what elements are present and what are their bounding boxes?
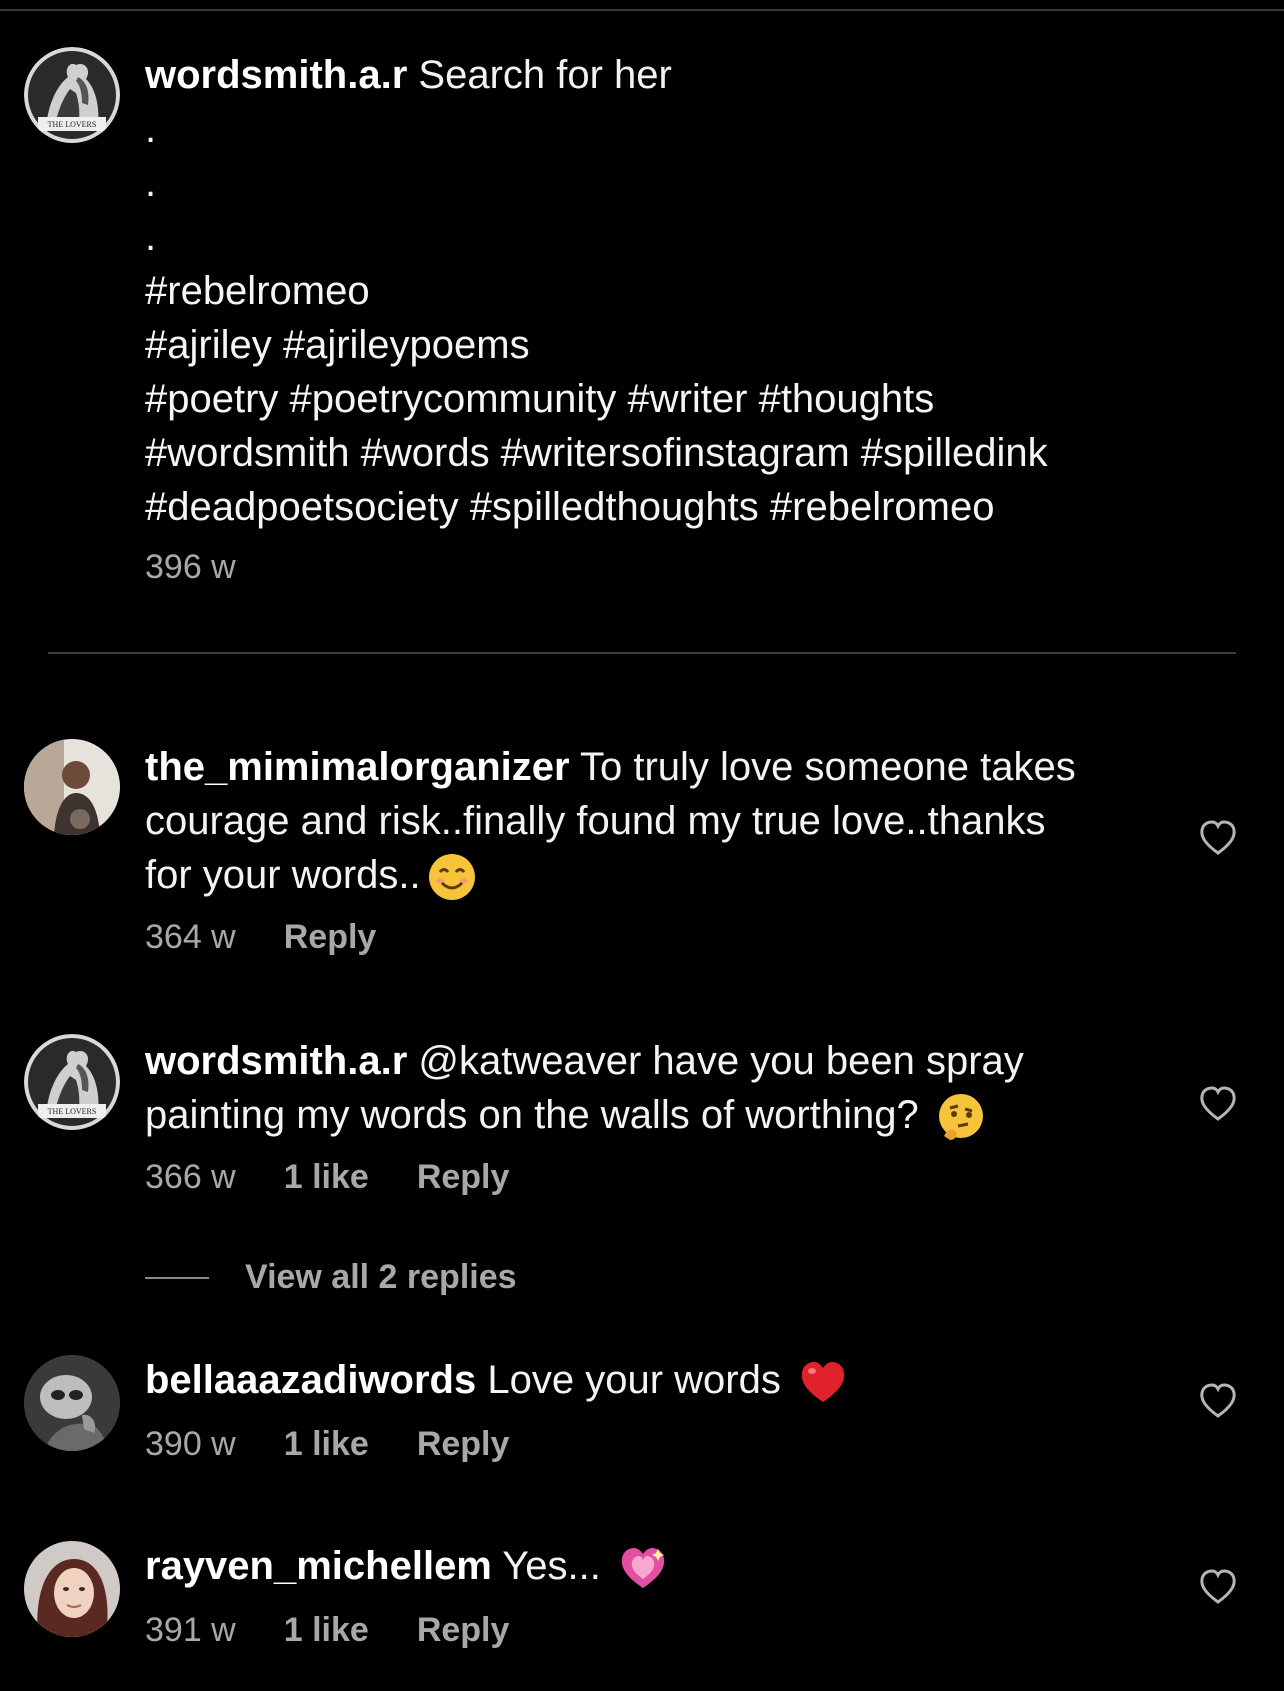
likes-count[interactable]: 1 like [284, 1425, 369, 1464]
comment-text: Love your words [487, 1358, 781, 1402]
red-heart-icon [798, 1357, 848, 1407]
view-replies-button[interactable]: View all 2 replies [145, 1258, 517, 1297]
comment-body: rayven_michellem Yes... [145, 1539, 1165, 1593]
avatar-badge-text: THE LOVERS [48, 120, 97, 129]
likes-count[interactable]: 1 like [284, 1611, 369, 1650]
comment-text: for your words.. [145, 853, 421, 897]
smiling-face-icon [427, 852, 477, 902]
caption-username[interactable]: wordsmith.a.r [145, 53, 407, 97]
comment-username[interactable]: rayven_michellem [145, 1544, 492, 1588]
avatar-mimimalorganizer[interactable] [24, 739, 120, 835]
comment-meta: 366 w 1 like Reply [145, 1158, 509, 1197]
caption-dot: . [145, 215, 157, 259]
comment-text: To truly love someone takes [579, 745, 1076, 789]
avatar-image: THE LOVERS [24, 47, 120, 143]
like-heart-icon[interactable] [1198, 1381, 1238, 1421]
reply-button[interactable]: Reply [417, 1425, 510, 1464]
likes-count[interactable]: 1 like [284, 1158, 369, 1197]
reply-button[interactable]: Reply [417, 1158, 510, 1197]
comment-username[interactable]: bellaaazadiwords [145, 1358, 476, 1402]
avatar-rayven-michellem[interactable] [24, 1541, 120, 1637]
comment-meta: 390 w 1 like Reply [145, 1425, 509, 1464]
comment-timestamp: 366 w [145, 1158, 236, 1196]
comment-text: painting my words on the walls of worthi… [145, 1093, 919, 1137]
comment-body: the_mimimalorganizer To truly love someo… [145, 740, 1165, 902]
avatar-bellaaazadiwords[interactable] [24, 1355, 120, 1451]
comment-timestamp: 391 w [145, 1611, 236, 1649]
avatar-image [24, 739, 120, 835]
caption-timestamp: 396 w [145, 548, 236, 586]
reply-button[interactable]: Reply [284, 918, 377, 957]
caption-dot: . [145, 107, 157, 151]
like-heart-icon[interactable] [1198, 1567, 1238, 1607]
comment-body: wordsmith.a.r @katweaver have you been s… [145, 1034, 1165, 1142]
comment-body: bellaaazadiwords Love your words [145, 1353, 1165, 1407]
comment-username[interactable]: the_mimimalorganizer [145, 745, 570, 789]
avatar-badge-text: THE LOVERS [48, 1107, 97, 1116]
hashtag-line[interactable]: #wordsmith #words #writersofinstagram #s… [145, 426, 1225, 480]
comment-meta: 391 w 1 like Reply [145, 1611, 509, 1650]
like-heart-icon[interactable] [1198, 1084, 1238, 1124]
comment-text: courage and risk..finally found my true … [145, 799, 1046, 843]
avatar-wordsmith-caption[interactable]: THE LOVERS [24, 47, 120, 143]
comment-timestamp: 390 w [145, 1425, 236, 1463]
thinking-face-icon [936, 1092, 986, 1142]
view-replies-label[interactable]: View all 2 replies [245, 1258, 517, 1297]
avatar-image [24, 1541, 120, 1637]
top-divider [0, 9, 1284, 11]
comment-timestamp: 364 w [145, 918, 236, 956]
hashtag-line[interactable]: #deadpoetsociety #spilledthoughts #rebel… [145, 480, 1225, 534]
comment-meta: 364 w Reply [145, 918, 376, 957]
caption-body: wordsmith.a.r Search for her . . . #rebe… [145, 48, 1225, 534]
avatar-wordsmith-comment[interactable]: THE LOVERS [24, 1034, 120, 1130]
hashtag-line[interactable]: #rebelromeo [145, 264, 1225, 318]
caption-text: Search for her [418, 53, 672, 97]
avatar-image: THE LOVERS [24, 1034, 120, 1130]
avatar-image [24, 1355, 120, 1451]
caption-divider [48, 652, 1236, 654]
caption-dot: . [145, 161, 157, 205]
comment-text: @katweaver have you been spray [418, 1039, 1024, 1083]
like-heart-icon[interactable] [1198, 818, 1238, 858]
comment-text: Yes... [502, 1544, 601, 1588]
comment-username[interactable]: wordsmith.a.r [145, 1039, 407, 1083]
reply-button[interactable]: Reply [417, 1611, 510, 1650]
caption-first-line: wordsmith.a.r Search for her [145, 48, 1225, 102]
sparkling-heart-icon [618, 1543, 668, 1593]
caption-meta: 396 w [145, 548, 236, 587]
hashtag-line[interactable]: #poetry #poetrycommunity #writer #though… [145, 372, 1225, 426]
replies-line [145, 1276, 209, 1279]
hashtag-line[interactable]: #ajriley #ajrileypoems [145, 318, 1225, 372]
